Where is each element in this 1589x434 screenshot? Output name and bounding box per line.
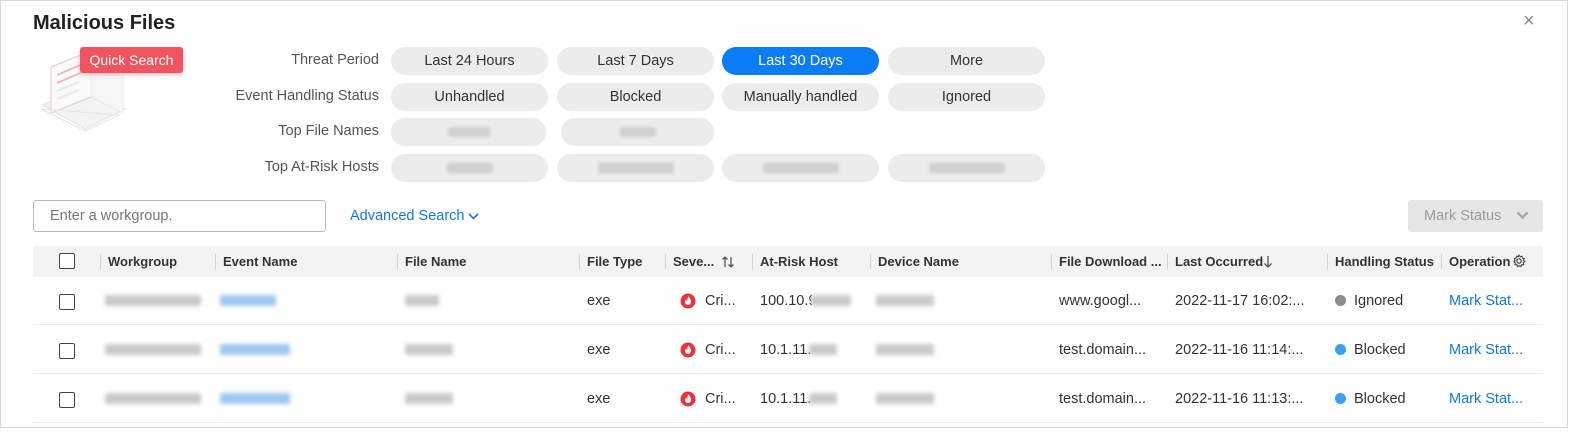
row-checkbox[interactable] bbox=[59, 294, 75, 310]
mark-status-link[interactable]: Mark Stat... bbox=[1449, 277, 1523, 325]
at-risk-host-redacted bbox=[809, 344, 837, 355]
mark-status-button[interactable]: Mark Status bbox=[1408, 200, 1543, 232]
critical-severity-icon bbox=[680, 342, 696, 358]
workgroup-cell-redacted bbox=[105, 344, 201, 355]
file-type-cell: exe bbox=[587, 342, 611, 358]
file-name-cell-redacted bbox=[405, 295, 439, 306]
event-name-link-redacted[interactable] bbox=[220, 393, 290, 404]
file-download-cell: www.googl... bbox=[1059, 293, 1142, 309]
at-risk-host-cell: 10.1.11. bbox=[760, 391, 810, 407]
gear-icon[interactable] bbox=[1512, 254, 1526, 268]
chevron-down-icon bbox=[468, 213, 480, 220]
column-handling-status[interactable]: Handling Status bbox=[1335, 246, 1434, 277]
column-file-download[interactable]: File Download ... bbox=[1059, 246, 1163, 277]
file-name-cell-redacted bbox=[405, 344, 453, 355]
advanced-search-label: Advanced Search bbox=[350, 208, 465, 224]
quick-search-tag[interactable]: Quick Search bbox=[80, 47, 183, 73]
mark-status-label: Mark Status bbox=[1424, 208, 1502, 224]
column-operation: Operation bbox=[1449, 254, 1511, 269]
handling-status-cell: Ignored bbox=[1335, 277, 1403, 325]
handling-status-cell: Blocked bbox=[1335, 326, 1406, 374]
event-name-link-redacted[interactable] bbox=[220, 295, 276, 306]
threat-period-last-30-days[interactable]: Last 30 Days bbox=[722, 47, 879, 75]
threat-period-last-24-hours[interactable]: Last 24 Hours bbox=[391, 47, 548, 75]
status-chip-ignored[interactable]: Ignored bbox=[888, 83, 1045, 111]
table-row[interactable]: exe Cri... 100.10.9 www.googl... 2022-11… bbox=[33, 277, 1543, 325]
table-row[interactable]: exe Cri... 10.1.11. test.domain... 2022-… bbox=[33, 375, 1543, 423]
critical-severity-icon bbox=[680, 391, 696, 407]
column-workgroup[interactable]: Workgroup bbox=[108, 246, 177, 277]
at-risk-host-cell: 10.1.11. bbox=[760, 342, 810, 358]
column-severity[interactable]: Seve... bbox=[673, 246, 723, 277]
top-file-name-chip[interactable] bbox=[561, 118, 714, 146]
status-dot bbox=[1335, 344, 1346, 355]
select-all-checkbox[interactable] bbox=[59, 253, 75, 269]
top-at-risk-host-chip[interactable] bbox=[888, 154, 1045, 182]
mark-status-link[interactable]: Mark Stat... bbox=[1449, 375, 1523, 423]
top-at-risk-host-chip[interactable] bbox=[722, 154, 879, 182]
file-name-cell-redacted bbox=[405, 393, 453, 404]
at-risk-host-redacted bbox=[811, 295, 851, 306]
top-at-risk-host-chip[interactable] bbox=[557, 154, 714, 182]
mark-status-link[interactable]: Mark Stat... bbox=[1449, 326, 1523, 374]
status-chip-manually-handled[interactable]: Manually handled bbox=[722, 83, 879, 111]
event-name-link-redacted[interactable] bbox=[220, 344, 290, 355]
table-header: Workgroup Event Name File Name File Type… bbox=[33, 246, 1543, 277]
table-row[interactable]: exe Cri... 10.1.11. test.domain... 2022-… bbox=[33, 326, 1543, 374]
handling-status-cell: Blocked bbox=[1335, 375, 1406, 423]
top-at-risk-host-chip[interactable] bbox=[391, 154, 548, 182]
handling-status-text: Blocked bbox=[1354, 342, 1406, 358]
workgroup-search-input[interactable] bbox=[33, 200, 326, 232]
threat-period-more[interactable]: More bbox=[888, 47, 1045, 75]
file-type-cell: exe bbox=[587, 391, 611, 407]
column-device-name[interactable]: Device Name bbox=[878, 246, 959, 277]
malicious-files-dialog: Malicious Files × Quick Search Threat Pe… bbox=[0, 0, 1568, 428]
device-name-cell-redacted bbox=[876, 295, 934, 306]
status-chip-unhandled[interactable]: Unhandled bbox=[391, 83, 548, 111]
severity-cell: Cri... bbox=[705, 293, 736, 309]
column-last-occurred[interactable]: Last Occurred bbox=[1175, 246, 1263, 277]
workgroup-cell-redacted bbox=[105, 295, 201, 306]
event-handling-status-label: Event Handling Status bbox=[235, 88, 379, 104]
workgroup-cell-redacted bbox=[105, 393, 201, 404]
handling-status-text: Ignored bbox=[1354, 293, 1404, 309]
threat-period-last-7-days[interactable]: Last 7 Days bbox=[557, 47, 714, 75]
top-at-risk-hosts-label: Top At-Risk Hosts bbox=[264, 159, 379, 175]
row-checkbox[interactable] bbox=[59, 392, 75, 408]
last-occurred-cell: 2022-11-16 11:14:... bbox=[1175, 342, 1304, 358]
at-risk-host-redacted bbox=[809, 393, 837, 404]
last-occurred-cell: 2022-11-17 16:02:... bbox=[1175, 293, 1305, 309]
status-dot bbox=[1335, 295, 1346, 306]
last-occurred-cell: 2022-11-16 11:13:... bbox=[1175, 391, 1304, 407]
column-at-risk-host[interactable]: At-Risk Host bbox=[760, 246, 838, 277]
column-event-name[interactable]: Event Name bbox=[223, 246, 297, 277]
file-download-cell: test.domain... bbox=[1059, 391, 1147, 407]
advanced-search-link[interactable]: Advanced Search bbox=[350, 208, 480, 224]
handling-status-text: Blocked bbox=[1354, 391, 1406, 407]
critical-severity-icon bbox=[680, 293, 696, 309]
at-risk-host-cell: 100.10.9 bbox=[760, 293, 812, 309]
file-download-cell: test.domain... bbox=[1059, 342, 1147, 358]
top-file-names-label: Top File Names bbox=[278, 123, 379, 139]
chevron-down-icon bbox=[1516, 211, 1529, 220]
file-type-cell: exe bbox=[587, 293, 611, 309]
column-file-name[interactable]: File Name bbox=[405, 246, 466, 277]
severity-cell: Cri... bbox=[705, 391, 736, 407]
top-file-name-chip[interactable] bbox=[391, 118, 546, 146]
device-name-cell-redacted bbox=[876, 393, 934, 404]
device-name-cell-redacted bbox=[876, 344, 934, 355]
dialog-title: Malicious Files bbox=[33, 12, 176, 34]
sort-icon[interactable] bbox=[721, 255, 735, 269]
status-dot bbox=[1335, 393, 1346, 404]
close-icon[interactable]: × bbox=[1523, 11, 1535, 31]
sort-descending-icon[interactable] bbox=[1262, 255, 1274, 269]
threat-period-label: Threat Period bbox=[291, 52, 379, 68]
status-chip-blocked[interactable]: Blocked bbox=[557, 83, 714, 111]
severity-cell: Cri... bbox=[705, 342, 736, 358]
column-file-type[interactable]: File Type bbox=[587, 246, 642, 277]
row-checkbox[interactable] bbox=[59, 343, 75, 359]
